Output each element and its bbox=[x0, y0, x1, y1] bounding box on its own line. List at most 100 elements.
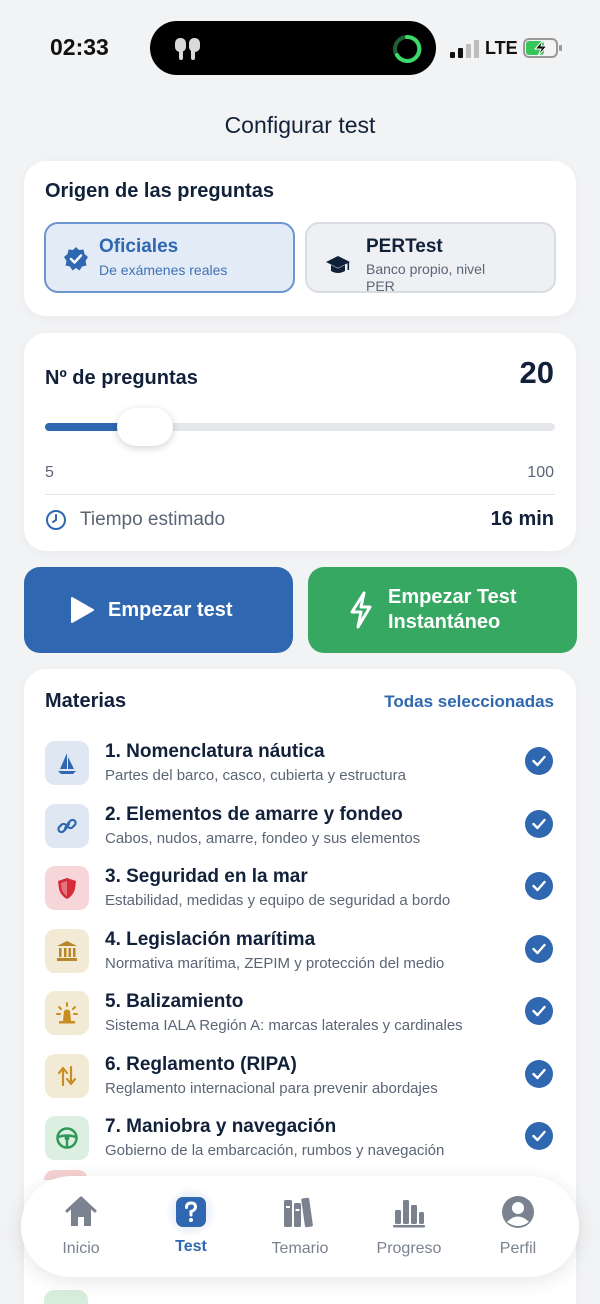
origin-option-subtitle: Banco propio, nivel PER bbox=[366, 261, 486, 294]
subject-description: Gobierno de la embarcación, rumbos y nav… bbox=[105, 1142, 445, 1159]
battery-charging-icon bbox=[523, 38, 562, 58]
home-icon bbox=[65, 1196, 97, 1226]
subject-title: 5. Balizamiento bbox=[105, 991, 244, 1012]
divider bbox=[45, 494, 555, 495]
start-test-label: Empezar test bbox=[108, 599, 233, 621]
subject-title: 3. Seguridad en la mar bbox=[105, 866, 308, 887]
subject-row[interactable]: 2. Elementos de amarre y fondeo Cabos, nu… bbox=[24, 803, 576, 866]
subject-checkbox[interactable] bbox=[525, 1122, 553, 1150]
clock-icon bbox=[46, 510, 66, 530]
checkmark-icon bbox=[532, 1005, 546, 1017]
subjects-heading: Materias bbox=[45, 690, 127, 712]
tab-test[interactable]: Test bbox=[136, 1176, 246, 1277]
origin-option-title: PERTest bbox=[366, 236, 443, 257]
activity-ring-icon bbox=[393, 34, 422, 63]
subject-title: 4. Legislación marítima bbox=[105, 928, 316, 950]
arrows-swap-icon bbox=[57, 1065, 77, 1086]
origin-option-subtitle: De exámenes reales bbox=[99, 262, 228, 278]
question-count-card: Nº de preguntas 20 5 100 Tiempo estimado… bbox=[24, 333, 576, 551]
tab-perfil[interactable]: Perfil bbox=[463, 1176, 573, 1277]
estimated-time-value: 16 min bbox=[490, 508, 554, 530]
tab-temario[interactable]: Temario bbox=[245, 1176, 355, 1277]
subject-icon-tile bbox=[45, 928, 89, 973]
tab-label: Temario bbox=[271, 1240, 329, 1257]
dynamic-island bbox=[150, 21, 436, 75]
steering-wheel-icon bbox=[56, 1127, 78, 1149]
subject-icon-tile bbox=[45, 991, 89, 1035]
shield-icon bbox=[58, 878, 76, 899]
checkmark-icon bbox=[532, 818, 546, 829]
tab-label: Perfil bbox=[499, 1240, 537, 1257]
subject-checkbox[interactable] bbox=[525, 747, 553, 775]
play-icon bbox=[71, 597, 94, 623]
subject-description: Normativa marítima, ZEPIM y protección d… bbox=[105, 954, 445, 972]
subject-title: 2. Elementos de amarre y fondeo bbox=[105, 803, 403, 825]
estimated-time-label: Tiempo estimado bbox=[80, 509, 226, 530]
partial-subject-icon bbox=[44, 1290, 88, 1304]
graduation-cap-icon bbox=[326, 256, 350, 273]
tab-label: Test bbox=[175, 1238, 207, 1255]
question-count-heading: Nº de preguntas bbox=[45, 367, 198, 389]
bar-chart-icon bbox=[393, 1200, 425, 1228]
origin-card: Origen de las preguntas Oficiales De exá… bbox=[24, 161, 576, 316]
origin-option-oficiales[interactable]: Oficiales De exámenes reales bbox=[44, 222, 295, 293]
slider-min-label: 5 bbox=[45, 464, 54, 481]
subject-description: Reglamento internacional para prevenir a… bbox=[105, 1079, 438, 1097]
subject-icon-tile bbox=[45, 741, 89, 785]
subject-icon-tile bbox=[45, 866, 89, 910]
subject-row[interactable]: 5. Balizamiento Sistema IALA Región A: ma… bbox=[24, 991, 576, 1053]
tab-label: Progreso bbox=[376, 1240, 442, 1257]
subject-description: Cabos, nudos, amarre, fondeo y sus eleme… bbox=[105, 829, 421, 847]
slider-thumb[interactable] bbox=[116, 408, 173, 446]
origin-option-pertest[interactable]: PERTest Banco propio, nivel PER bbox=[305, 222, 556, 294]
earbuds-icon bbox=[175, 38, 200, 60]
status-time: 02:33 bbox=[50, 34, 109, 60]
instant-test-button[interactable]: Empezar Test Instantáneo bbox=[308, 567, 577, 653]
verified-badge-icon bbox=[64, 247, 88, 271]
subject-row[interactable]: 3. Seguridad en la mar Estabilidad, medid… bbox=[24, 866, 576, 928]
subject-checkbox[interactable] bbox=[525, 809, 553, 838]
slider-max-label: 100 bbox=[527, 464, 554, 481]
signal-icon bbox=[450, 40, 479, 58]
subject-title: 6. Reglamento (RIPA) bbox=[105, 1053, 297, 1075]
question-icon bbox=[176, 1197, 206, 1227]
subject-row[interactable]: 4. Legislación marítima Normativa marítim… bbox=[24, 928, 576, 991]
subject-checkbox[interactable] bbox=[525, 934, 553, 963]
tab-inicio[interactable]: Inicio bbox=[26, 1176, 136, 1277]
institution-icon bbox=[57, 940, 77, 961]
page-title: Configurar test bbox=[224, 112, 376, 138]
start-test-button[interactable]: Empezar test bbox=[24, 567, 293, 653]
tab-bar: Inicio Test Temario Progreso Perfil bbox=[21, 1176, 579, 1277]
subject-checkbox[interactable] bbox=[525, 997, 553, 1025]
question-count-value: 20 bbox=[519, 355, 554, 390]
checkmark-icon bbox=[532, 1130, 546, 1142]
subject-row[interactable]: 6. Reglamento (RIPA) Reglamento internaci… bbox=[24, 1053, 576, 1116]
subject-row[interactable]: 1. Nomenclatura náutica Partes del barco,… bbox=[24, 741, 576, 803]
subject-title: 1. Nomenclatura náutica bbox=[105, 741, 325, 762]
checkmark-icon bbox=[532, 1068, 546, 1079]
checkmark-icon bbox=[532, 943, 546, 954]
subject-checkbox[interactable] bbox=[525, 1059, 553, 1088]
person-icon bbox=[502, 1196, 534, 1228]
origin-option-title: Oficiales bbox=[99, 236, 179, 257]
sailboat-icon bbox=[58, 753, 76, 774]
beacon-icon bbox=[56, 1002, 78, 1024]
subject-row[interactable]: 7. Maniobra y navegación Gobierno de la e… bbox=[24, 1116, 576, 1178]
subject-title: 7. Maniobra y navegación bbox=[105, 1116, 337, 1137]
subject-icon-tile bbox=[45, 1116, 89, 1160]
instant-test-label: Empezar Test Instantáneo bbox=[388, 586, 517, 633]
tab-label: Inicio bbox=[62, 1240, 100, 1257]
status-bar: 02:33 LTE bbox=[0, 0, 600, 96]
network-type: LTE bbox=[485, 38, 518, 58]
subject-description: Sistema IALA Región A: marcas laterales … bbox=[105, 1017, 463, 1034]
subject-icon-tile bbox=[45, 803, 89, 848]
link-icon bbox=[57, 818, 77, 833]
select-all-toggle[interactable]: Todas seleccionadas bbox=[384, 692, 554, 712]
origin-heading: Origen de las preguntas bbox=[45, 180, 274, 202]
subject-icon-tile bbox=[45, 1053, 89, 1098]
subject-checkbox[interactable] bbox=[525, 872, 553, 900]
checkmark-icon bbox=[532, 880, 546, 892]
tab-progreso[interactable]: Progreso bbox=[354, 1176, 464, 1277]
subject-description: Partes del barco, casco, cubierta y estr… bbox=[105, 767, 406, 784]
books-icon bbox=[284, 1197, 313, 1228]
